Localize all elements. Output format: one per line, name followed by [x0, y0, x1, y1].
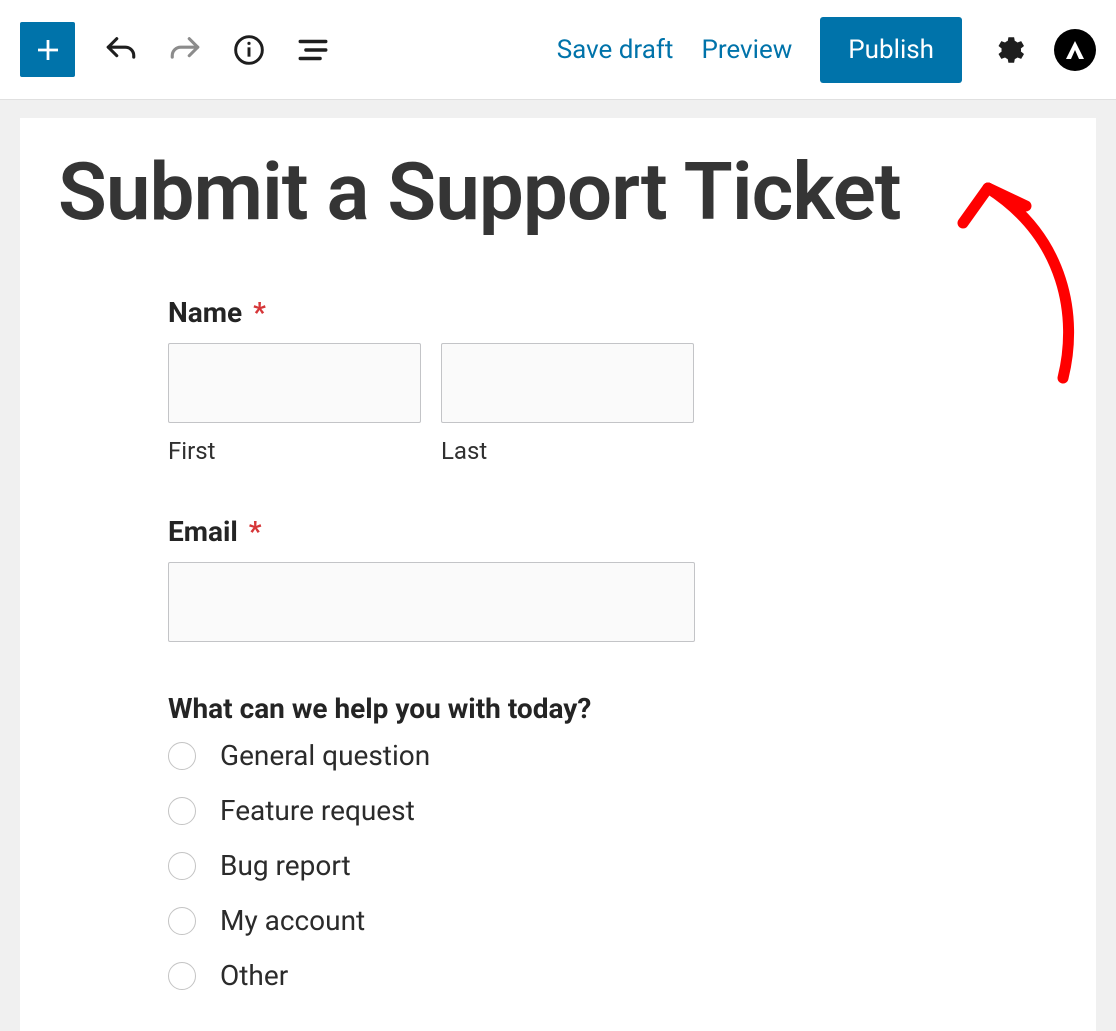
- toolbar-right: Save draft Preview Publish: [557, 17, 1096, 83]
- redo-icon: [168, 33, 202, 67]
- name-row: First Last: [168, 343, 798, 465]
- editor-canvas: Submit a Support Ticket Name * First Las…: [0, 100, 1116, 1031]
- topic-option[interactable]: General question: [168, 739, 798, 772]
- radio-icon: [168, 797, 196, 825]
- name-label: Name *: [168, 296, 798, 329]
- last-name-sublabel: Last: [441, 437, 694, 465]
- plus-icon: [33, 35, 63, 65]
- save-draft-button[interactable]: Save draft: [557, 35, 674, 65]
- topic-option-label: My account: [220, 904, 365, 937]
- radio-icon: [168, 852, 196, 880]
- outline-button[interactable]: [295, 32, 331, 68]
- required-mark: *: [249, 515, 262, 548]
- logo-icon: [1063, 38, 1087, 62]
- list-icon: [296, 33, 330, 67]
- radio-icon: [168, 907, 196, 935]
- topic-option[interactable]: Bug report: [168, 849, 798, 882]
- plugin-avatar[interactable]: [1054, 29, 1096, 71]
- email-input[interactable]: [168, 562, 695, 642]
- first-name-input[interactable]: [168, 343, 421, 423]
- undo-icon: [104, 33, 138, 67]
- email-label-text: Email: [168, 515, 238, 548]
- publish-button[interactable]: Publish: [820, 17, 962, 83]
- topic-options: General question Feature request Bug rep…: [168, 739, 798, 992]
- name-label-text: Name: [168, 296, 242, 329]
- page-content: Submit a Support Ticket Name * First Las…: [20, 118, 1096, 1031]
- info-icon: [233, 34, 265, 66]
- required-mark: *: [253, 296, 266, 329]
- undo-button[interactable]: [103, 32, 139, 68]
- settings-button[interactable]: [990, 32, 1026, 68]
- last-name-column: Last: [441, 343, 694, 465]
- info-button[interactable]: [231, 32, 267, 68]
- radio-icon: [168, 962, 196, 990]
- first-name-sublabel: First: [168, 437, 421, 465]
- topic-option[interactable]: My account: [168, 904, 798, 937]
- topic-option-label: General question: [220, 739, 430, 772]
- topic-option-label: Other: [220, 959, 288, 992]
- add-block-button[interactable]: [20, 22, 75, 77]
- topic-option[interactable]: Feature request: [168, 794, 798, 827]
- topic-option[interactable]: Other: [168, 959, 798, 992]
- topic-option-label: Bug report: [220, 849, 351, 882]
- last-name-input[interactable]: [441, 343, 694, 423]
- radio-icon: [168, 742, 196, 770]
- topic-option-label: Feature request: [220, 794, 415, 827]
- page-title[interactable]: Submit a Support Ticket: [58, 148, 1058, 236]
- topic-label: What can we help you with today?: [168, 692, 798, 725]
- gear-icon: [991, 33, 1025, 67]
- support-form: Name * First Last Email *: [58, 296, 798, 992]
- editor-toolbar: Save draft Preview Publish: [0, 0, 1116, 100]
- preview-button[interactable]: Preview: [701, 35, 792, 65]
- first-name-column: First: [168, 343, 421, 465]
- toolbar-left: [20, 22, 331, 77]
- email-label: Email *: [168, 515, 798, 548]
- redo-button[interactable]: [167, 32, 203, 68]
